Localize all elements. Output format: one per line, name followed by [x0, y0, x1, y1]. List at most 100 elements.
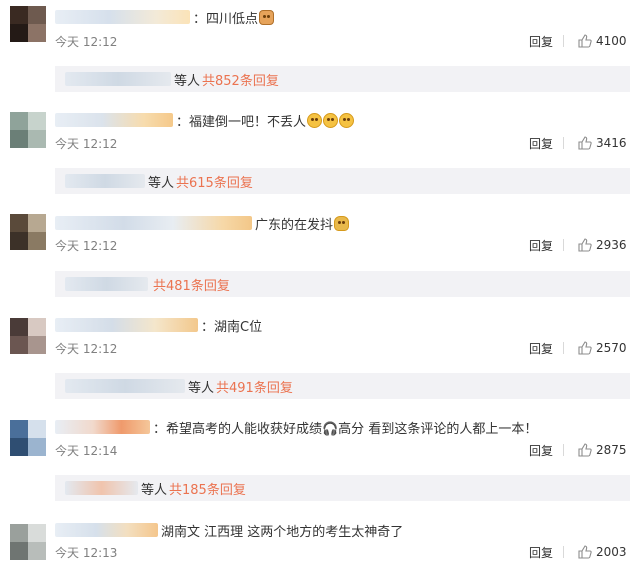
blurred-username[interactable] [55, 113, 173, 127]
thumbs-up-icon [578, 443, 592, 457]
avatar[interactable] [10, 420, 46, 456]
avatar-pixel [10, 6, 28, 24]
sub-reply-count[interactable]: 共615条回复 [176, 172, 253, 191]
avatar[interactable] [10, 318, 46, 354]
blurred-username [65, 277, 148, 291]
comment-line: ：湖南C位 [55, 315, 262, 335]
sub-reply-bar[interactable]: 等人 共852条回复 [55, 66, 630, 92]
comment-text: 湖南文 江西理 这两个地方的考生太神奇了 [161, 524, 404, 540]
avatar-pixel [10, 318, 28, 336]
divider [563, 444, 564, 456]
avatar-pixel [10, 112, 28, 130]
avatar-pixel [28, 542, 46, 560]
avatar-pixel [28, 318, 46, 336]
comment-text: ：希望高考的人能收获好成绩🎧高分 看到这条评论的人都上一本！ [153, 421, 538, 437]
comment-text: ：福建倒一吧！不丢人 [176, 114, 307, 130]
blurred-username[interactable] [55, 318, 198, 332]
avatar-pixel [28, 6, 46, 24]
sub-reply-count[interactable]: 共481条回复 [153, 275, 230, 294]
comment-time: 今天 12:13 [55, 545, 118, 560]
avatar-pixel [10, 214, 28, 232]
comment-text: ：四川低点 [193, 11, 259, 27]
comment-line: ：四川低点 [55, 7, 275, 27]
divider [563, 35, 564, 47]
sad-emoji-icon [339, 112, 355, 128]
sub-reply-count[interactable]: 共852条回复 [202, 70, 279, 89]
reply-button[interactable]: 回复 [529, 441, 553, 459]
avatar[interactable] [10, 112, 46, 148]
reply-button[interactable]: 回复 [529, 134, 553, 152]
reply-button[interactable]: 回复 [529, 543, 553, 561]
sub-reply-bar[interactable]: 等人 共491条回复 [55, 373, 630, 399]
blurred-username[interactable] [55, 216, 252, 230]
sub-reply-count[interactable]: 共185条回复 [169, 479, 246, 498]
reply-button[interactable]: 回复 [529, 32, 553, 50]
avatar[interactable] [10, 6, 46, 42]
comment-time: 今天 12:12 [55, 34, 118, 49]
avatar-pixel [10, 130, 28, 148]
divider [563, 546, 564, 558]
thumbs-up-icon [578, 136, 592, 150]
blurred-username [65, 481, 138, 495]
avatar-pixel [28, 420, 46, 438]
sub-reply-bar[interactable]: 共481条回复 [55, 271, 630, 297]
comment-time: 今天 12:12 [55, 136, 118, 151]
comment-time: 今天 12:12 [55, 238, 118, 253]
thumbs-up-icon [578, 34, 592, 48]
comment-line: 广东的在发抖 [55, 213, 350, 233]
avatar[interactable] [10, 524, 46, 560]
comment-time: 今天 12:12 [55, 341, 118, 356]
sub-reply-who: 等人 [188, 380, 215, 396]
sub-reply-bar[interactable]: 等人 共185条回复 [55, 475, 630, 501]
like-count: 3416 [596, 136, 627, 150]
comment-line: 湖南文 江西理 这两个地方的考生太神奇了 [55, 520, 403, 540]
thumbs-up-icon [578, 341, 592, 355]
blurred-username [65, 72, 171, 86]
thumbs-up-icon [578, 238, 592, 252]
like-button[interactable]: 4100 [578, 32, 627, 50]
sub-reply-who: 等人 [174, 73, 201, 89]
avatar[interactable] [10, 214, 46, 250]
cat-emoji-icon [259, 9, 275, 25]
comment-line: ：希望高考的人能收获好成绩🎧高分 看到这条评论的人都上一本！ [55, 417, 537, 437]
avatar-pixel [28, 112, 46, 130]
like-button[interactable]: 2003 [578, 543, 627, 561]
like-count: 2875 [596, 443, 627, 457]
thumbs-up-icon [578, 545, 592, 559]
avatar-pixel [28, 336, 46, 354]
avatar-pixel [28, 438, 46, 456]
blurred-username[interactable] [55, 523, 158, 537]
like-button[interactable]: 2875 [578, 441, 627, 459]
divider [563, 239, 564, 251]
reply-button[interactable]: 回复 [529, 236, 553, 254]
avatar-pixel [10, 542, 28, 560]
sub-reply-bar[interactable]: 等人 共615条回复 [55, 168, 630, 194]
avatar-pixel [28, 24, 46, 42]
divider [563, 342, 564, 354]
blurred-username[interactable] [55, 10, 190, 24]
like-button[interactable]: 3416 [578, 134, 627, 152]
blurred-username [65, 379, 185, 393]
comment-time: 今天 12:14 [55, 443, 118, 458]
like-button[interactable]: 2936 [578, 236, 627, 254]
avatar-pixel [10, 24, 28, 42]
blurred-username[interactable] [55, 420, 150, 434]
avatar-pixel [10, 232, 28, 250]
avatar-pixel [28, 232, 46, 250]
avatar-pixel [28, 524, 46, 542]
like-button[interactable]: 2570 [578, 339, 627, 357]
avatar-pixel [10, 420, 28, 438]
figure-emoji-icon [334, 215, 350, 231]
comment-text: 广东的在发抖 [255, 217, 334, 233]
blurred-username [65, 174, 145, 188]
sub-reply-who: 等人 [141, 482, 168, 498]
like-count: 2936 [596, 238, 627, 252]
sad-emoji-icon [323, 112, 339, 128]
like-count: 2003 [596, 545, 627, 559]
like-count: 2570 [596, 341, 627, 355]
sub-reply-count[interactable]: 共491条回复 [216, 377, 293, 396]
comment-line: ：福建倒一吧！不丢人 [55, 110, 355, 130]
reply-button[interactable]: 回复 [529, 339, 553, 357]
sad-emoji-icon [307, 112, 323, 128]
divider [563, 137, 564, 149]
